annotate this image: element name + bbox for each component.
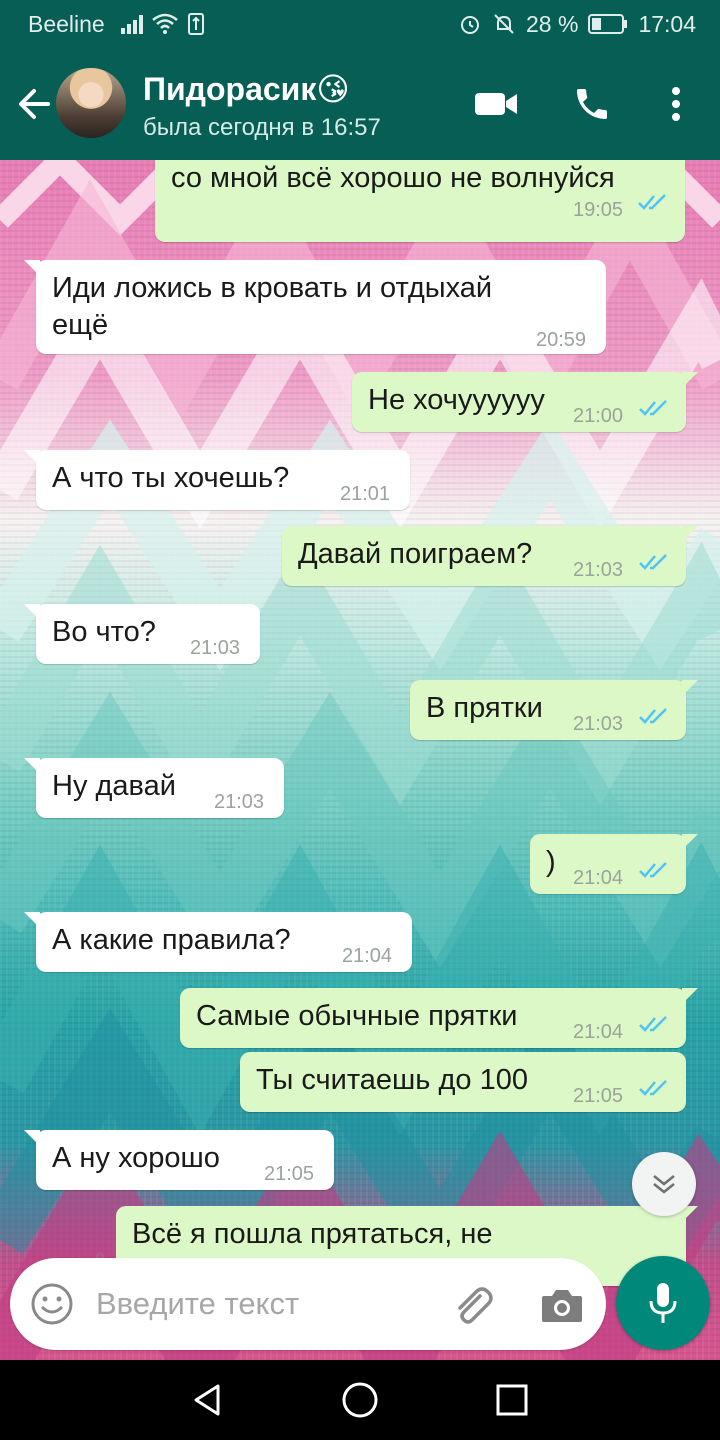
read-receipt-icon: [639, 708, 667, 724]
bubble-tail: [24, 912, 40, 928]
read-receipt-icon: [638, 194, 666, 210]
contact-name[interactable]: Пидорасик😘: [143, 70, 350, 108]
message-time: 21:03: [214, 791, 265, 813]
message-bubble-outgoing[interactable]: Не хочуууууу 21:00: [352, 372, 698, 432]
status-bar: Beeline 28 % 17:04: [0, 0, 720, 48]
battery-percent: 28 %: [526, 10, 579, 37]
signal-icon: [120, 14, 143, 34]
message-input[interactable]: [96, 1280, 426, 1328]
status-icons: [120, 12, 205, 36]
message-bubble-incoming[interactable]: А какие правила? 21:04: [24, 912, 412, 972]
alarm-icon: [461, 16, 479, 34]
message-bubble-outgoing[interactable]: Давай поиграем? 21:03: [282, 526, 698, 586]
home-circle-icon[interactable]: [340, 1380, 380, 1420]
read-receipt-icon: [639, 554, 667, 570]
avatar[interactable]: [56, 68, 126, 138]
message-text: ): [546, 846, 556, 878]
bubble-tail: [682, 988, 698, 1004]
video-call-icon: [475, 93, 517, 115]
scroll-to-bottom-button[interactable]: [632, 1152, 696, 1216]
clock: 17:04: [638, 10, 696, 37]
camera-icon[interactable]: [538, 1282, 586, 1330]
voice-message-button[interactable]: [616, 1256, 710, 1350]
message-text: Ну давай: [52, 770, 176, 802]
chat-header: Пидорасик😘 была сегодня в 16:57: [0, 48, 720, 160]
message-time: 21:04: [342, 945, 393, 967]
message-text-line-2: ещё: [52, 309, 109, 341]
message-text: В прятки: [426, 692, 543, 724]
last-seen-status: была сегодня в 16:57: [143, 114, 381, 141]
carrier-label: Beeline: [28, 10, 105, 37]
system-navigation-bar: [0, 1360, 720, 1440]
chevron-double-down-icon: [653, 1175, 675, 1194]
message-time: 21:03: [573, 713, 624, 735]
read-receipt-icon: [639, 1080, 667, 1096]
more-vert-icon: [672, 87, 680, 121]
read-receipt-icon: [639, 400, 667, 416]
recents-square-icon[interactable]: [492, 1380, 532, 1420]
message-time: 21:03: [573, 559, 624, 581]
message-text: со мной всё хорошо не волнуйся: [171, 162, 615, 194]
message-time: 21:05: [264, 1163, 315, 1185]
read-receipt-icon: [639, 1016, 667, 1032]
more-options-button[interactable]: [650, 78, 702, 130]
bubble-tail: [24, 1130, 40, 1146]
message-text: А что ты хочешь?: [52, 462, 290, 494]
message-text: А какие правила?: [52, 924, 291, 956]
emoji-icon[interactable]: [30, 1282, 74, 1326]
message-bubble-outgoing[interactable]: В прятки 21:03: [410, 680, 698, 740]
message-bubble-outgoing[interactable]: ) 21:04: [530, 834, 698, 894]
message-text: Всё я пошла прятаться, не: [132, 1218, 493, 1250]
message-bubble-outgoing[interactable]: со мной всё хорошо не волнуйся 19:05: [155, 160, 685, 242]
bubble-tail: [682, 526, 698, 542]
message-bubble-incoming[interactable]: Во что? 21:03: [24, 604, 260, 664]
message-time: 21:04: [573, 867, 624, 889]
message-bubble-incoming[interactable]: А что ты хочешь? 21:01: [24, 450, 410, 510]
message-time: 21:04: [573, 1021, 624, 1043]
message-text: Не хочуууууу: [368, 384, 545, 416]
message-text: Во что?: [52, 616, 156, 648]
bubble-tail: [24, 604, 40, 620]
message-text-line-1: Иди ложись в кровать и отдыхай: [52, 272, 493, 304]
message-composer: [10, 1258, 606, 1350]
message-time: 19:05: [573, 199, 624, 221]
notifications-off-icon: [494, 14, 514, 34]
wifi-icon: [151, 13, 178, 34]
voice-call-button[interactable]: [566, 78, 618, 130]
message-time: 20:59: [536, 329, 587, 351]
back-triangle-icon[interactable]: [188, 1380, 228, 1420]
message-bubble-outgoing[interactable]: Ты считаешь до 100 21:05: [240, 1052, 686, 1112]
back-arrow-icon[interactable]: [14, 84, 54, 124]
video-call-button[interactable]: [470, 78, 522, 130]
chat-area[interactable]: со мной всё хорошо не волнуйся 19:05 Иди…: [0, 160, 720, 1360]
data-transfer-icon: [187, 13, 204, 35]
message-bubble-incoming[interactable]: А ну хорошо 21:05: [24, 1130, 334, 1190]
message-time: 21:00: [573, 405, 624, 427]
message-text: Самые обычные прятки: [196, 1000, 518, 1032]
message-time: 21:01: [340, 483, 391, 505]
phone-icon: [577, 89, 607, 119]
bubble-tail: [682, 680, 698, 696]
message-text: Ты считаешь до 100: [256, 1064, 528, 1096]
attachment-icon[interactable]: [448, 1282, 496, 1330]
bubble-tail: [24, 260, 40, 276]
bubble-tail: [682, 372, 698, 388]
message-bubble-outgoing[interactable]: Самые обычные прятки 21:04: [180, 988, 698, 1048]
bubble-tail: [24, 758, 40, 774]
read-receipt-icon: [639, 862, 667, 878]
message-bubble-incoming[interactable]: Иди ложись в кровать и отдыхай ещё 20:59: [24, 260, 606, 354]
battery-icon: [588, 14, 628, 34]
message-bubble-incoming[interactable]: Ну давай 21:03: [24, 758, 284, 818]
bubble-tail: [24, 450, 40, 466]
message-time: 21:03: [190, 637, 241, 659]
microphone-icon: [649, 1283, 677, 1323]
message-time: 21:05: [573, 1085, 624, 1107]
message-text: А ну хорошо: [52, 1142, 220, 1174]
message-text: Давай поиграем?: [298, 538, 533, 570]
bubble-tail: [682, 834, 698, 850]
